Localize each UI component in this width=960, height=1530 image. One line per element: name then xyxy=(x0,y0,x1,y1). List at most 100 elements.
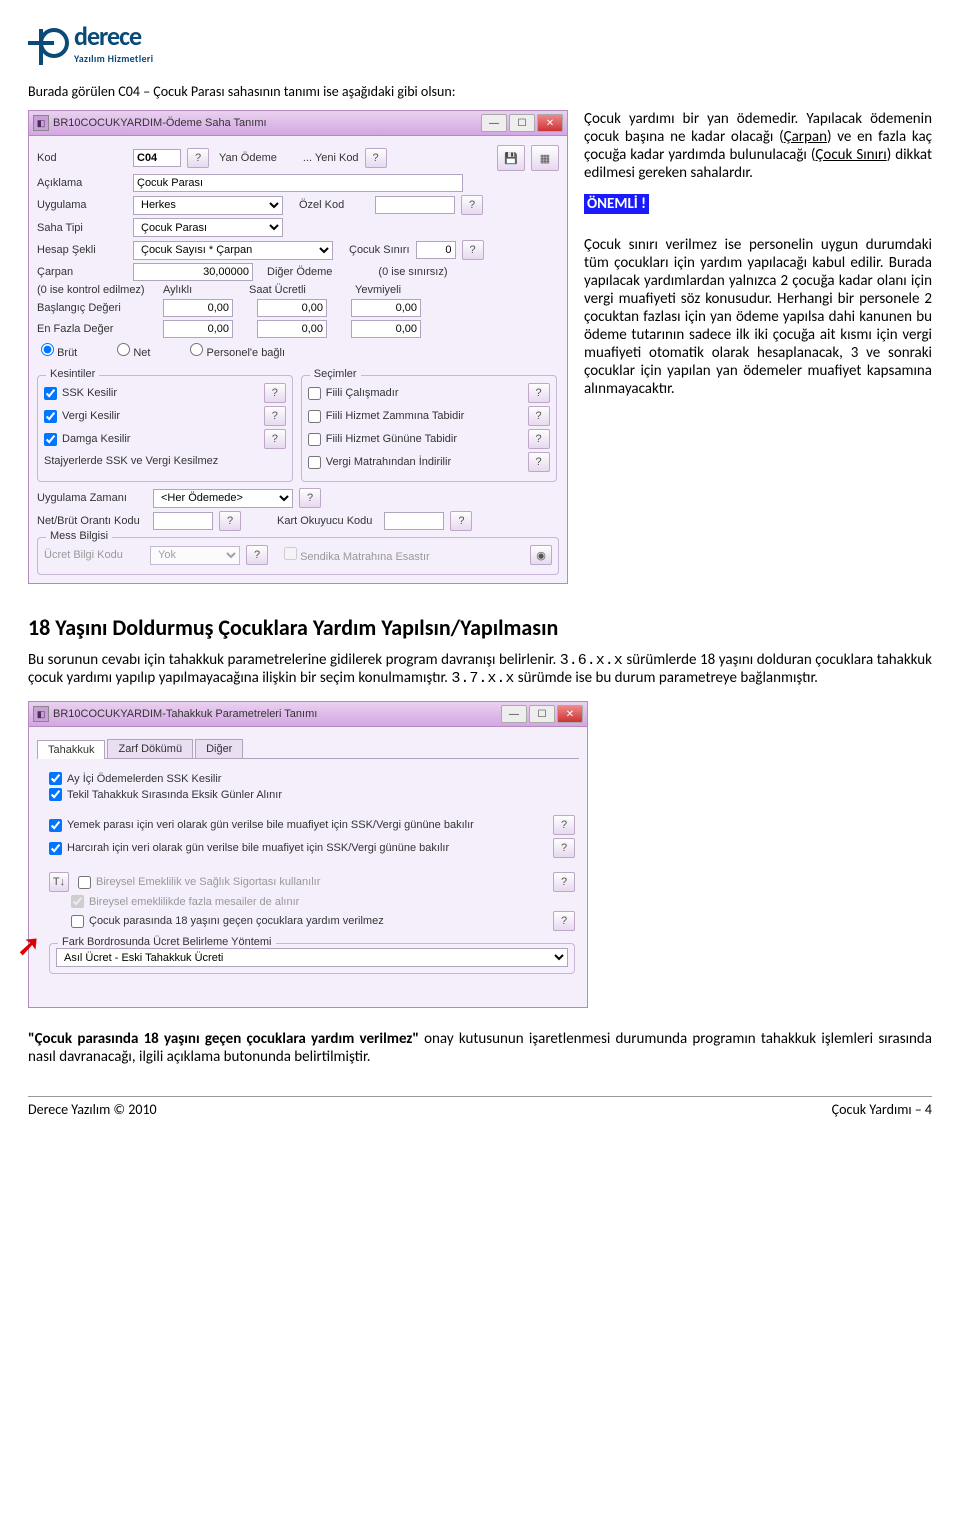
select-uygulama[interactable]: Herkes xyxy=(133,196,283,215)
window-odeme-saha: ◧ BR10COCUKYARDIM-Ödeme Saha Tanımı — ☐ … xyxy=(28,110,568,584)
logo-sub: Yazılım Hizmetleri xyxy=(74,52,153,65)
label-uygulama: Uygulama xyxy=(37,199,127,211)
help-icon[interactable]: ? xyxy=(264,406,286,426)
label-yeni-kod: ... Yeni Kod xyxy=(303,152,359,164)
input-enfazla-1[interactable] xyxy=(163,320,233,338)
help-icon[interactable]: ? xyxy=(264,383,286,403)
label-cocuk-siniri: Çocuk Sınırı xyxy=(349,244,410,256)
gear-icon[interactable]: T↓ xyxy=(49,872,69,892)
hdr-saat: Saat Ücretli xyxy=(249,284,349,296)
label-kod: Kod xyxy=(37,152,127,164)
help-icon[interactable]: ? xyxy=(246,545,268,565)
check-damga[interactable] xyxy=(44,433,57,446)
check-fiili-cal[interactable] xyxy=(308,387,321,400)
help-icon[interactable]: ? xyxy=(450,511,472,531)
select-uyg-zamani[interactable]: <Her Ödemede> xyxy=(153,489,293,508)
check-c3[interactable] xyxy=(49,819,62,832)
label-kontrol: (0 ise kontrol edilmez) xyxy=(37,284,157,296)
fingerprint-icon[interactable]: ◉ xyxy=(530,545,552,565)
onemli-badge: ÖNEMLİ ! xyxy=(584,194,649,214)
check-c4[interactable] xyxy=(49,842,62,855)
annotation-arrow-icon: ➚ xyxy=(17,929,40,962)
check-fiili-zam[interactable] xyxy=(308,410,321,423)
input-aciklama[interactable] xyxy=(133,174,463,192)
label-sinirsiz: (0 ise sınırsız) xyxy=(378,266,447,278)
tab-tahakkuk[interactable]: Tahakkuk xyxy=(37,740,105,759)
tab-diger[interactable]: Diğer xyxy=(195,739,243,758)
help-icon[interactable]: ? xyxy=(553,838,575,858)
radio-personele[interactable]: Personel'e bağlı xyxy=(190,343,285,359)
hdr-yevmiyeli: Yevmiyeli xyxy=(355,284,435,296)
minimize-button[interactable]: — xyxy=(481,114,507,132)
maximize-button[interactable]: ☐ xyxy=(529,705,555,723)
close-button[interactable]: ✕ xyxy=(537,114,563,132)
logo-brand: derece xyxy=(74,20,153,52)
check-vergi-mat[interactable] xyxy=(308,456,321,469)
input-kart[interactable] xyxy=(384,512,444,530)
input-ozel-kod[interactable] xyxy=(375,196,455,214)
help-icon[interactable]: ? xyxy=(462,240,484,260)
help-icon[interactable]: ? xyxy=(299,488,321,508)
label-enfazla: En Fazla Değer xyxy=(37,323,157,335)
input-enfazla-3[interactable] xyxy=(351,320,421,338)
intro-text: Burada görülen C04 – Çocuk Parası sahası… xyxy=(28,83,932,100)
select-fark[interactable]: Asıl Ücret - Eski Tahakkuk Ücreti xyxy=(56,948,568,967)
help-icon[interactable]: ? xyxy=(528,383,550,403)
input-kod[interactable] xyxy=(133,149,181,167)
win2-title: BR10COCUKYARDIM-Tahakkuk Parametreleri T… xyxy=(53,708,497,720)
check-fiili-gun[interactable] xyxy=(308,433,321,446)
input-net-brut[interactable] xyxy=(153,512,213,530)
check-vergi[interactable] xyxy=(44,410,57,423)
close-button[interactable]: ✕ xyxy=(557,705,583,723)
input-carpan[interactable] xyxy=(133,263,253,281)
exp-p1: Çocuk yardımı bir yan ödemedir. Yapılaca… xyxy=(584,110,932,182)
input-cocuk-siniri[interactable] xyxy=(416,241,456,259)
check-c1[interactable] xyxy=(49,772,62,785)
input-baslangic-3[interactable] xyxy=(351,299,421,317)
section2-body: Bu sorunun cevabı için tahakkuk parametr… xyxy=(28,651,932,687)
save-icon[interactable]: 💾 xyxy=(497,145,525,171)
help-icon[interactable]: ? xyxy=(528,406,550,426)
input-baslangic-2[interactable] xyxy=(257,299,327,317)
check-c6 xyxy=(71,895,84,908)
check-sendika xyxy=(284,547,297,560)
legend-kesintiler: Kesintiler xyxy=(46,368,99,380)
radio-net[interactable]: Net xyxy=(117,343,150,359)
check-c2[interactable] xyxy=(49,788,62,801)
section-heading: 18 Yaşını Doldurmuş Çocuklara Yardım Yap… xyxy=(28,614,932,641)
help-icon[interactable]: ? xyxy=(553,815,575,835)
check-c7[interactable] xyxy=(71,915,84,928)
footer-right: Çocuk Yardımı – 4 xyxy=(832,1101,932,1118)
radio-brut[interactable]: Brüt xyxy=(41,343,77,359)
help-icon[interactable]: ? xyxy=(553,911,575,931)
app-icon: ◧ xyxy=(33,115,49,131)
help-icon[interactable]: ? xyxy=(187,148,209,168)
export-icon[interactable]: ▦ xyxy=(531,145,559,171)
label-yan-odeme: Yan Ödeme xyxy=(219,152,277,164)
legend-mess: Mess Bilgisi xyxy=(46,530,112,542)
help-icon[interactable]: ? xyxy=(264,429,286,449)
label-net-brut: Net/Brüt Orantı Kodu xyxy=(37,515,147,527)
fieldset-secimler: Seçimler Fiili Çalışmadır? Fiili Hizmet … xyxy=(301,375,557,482)
select-saha-tipi[interactable]: Çocuk Parası xyxy=(133,218,283,237)
check-ssk[interactable] xyxy=(44,387,57,400)
select-hesap-sekli[interactable]: Çocuk Sayısı * Çarpan xyxy=(133,241,333,260)
help-icon[interactable]: ? xyxy=(461,195,483,215)
help-icon[interactable]: ? xyxy=(528,429,550,449)
help-icon[interactable]: ? xyxy=(528,452,550,472)
fieldset-mess: Mess Bilgisi Ücret Bilgi Kodu Yok ? Send… xyxy=(37,537,559,575)
label-ucret-bilgi: Ücret Bilgi Kodu xyxy=(44,549,144,561)
help-icon[interactable]: ? xyxy=(553,872,575,892)
check-c5[interactable] xyxy=(78,876,91,889)
maximize-button[interactable]: ☐ xyxy=(509,114,535,132)
label-stajyer: Stajyerlerde SSK ve Vergi Kesilmez xyxy=(44,455,286,467)
win1-titlebar: ◧ BR10COCUKYARDIM-Ödeme Saha Tanımı — ☐ … xyxy=(28,110,568,136)
help-icon[interactable]: ? xyxy=(365,148,387,168)
tab-zarf[interactable]: Zarf Dökümü xyxy=(107,739,193,758)
win1-title: BR10COCUKYARDIM-Ödeme Saha Tanımı xyxy=(53,117,477,129)
input-enfazla-2[interactable] xyxy=(257,320,327,338)
minimize-button[interactable]: — xyxy=(501,705,527,723)
help-icon[interactable]: ? xyxy=(219,511,241,531)
hdr-aylikli: Aylıklı xyxy=(163,284,243,296)
input-baslangic-1[interactable] xyxy=(163,299,233,317)
